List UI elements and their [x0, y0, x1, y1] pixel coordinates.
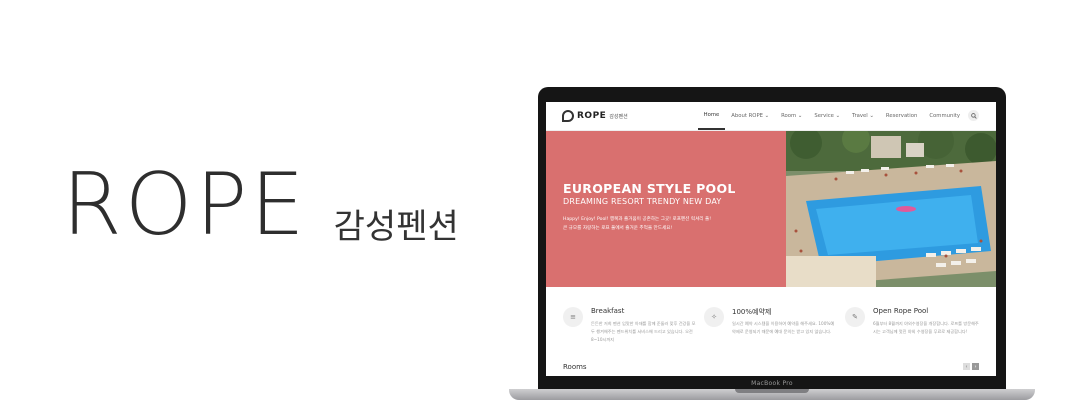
nav-menu: Home About ROPE ⌄ Room ⌄ Service ⌄ Trave… [697, 102, 966, 130]
laptop-notch [735, 389, 809, 393]
nav-item-reservation[interactable]: Reservation [880, 102, 923, 130]
feature-title: Breakfast [591, 307, 625, 315]
site-nav: ROPE 감성펜션 Home About ROPE ⌄ Room ⌄ Servi… [546, 102, 996, 131]
logo-text: ROPE [577, 111, 607, 121]
feature-description: 6월부터 8월까지 야외수영장을 개장합니다. 로프를 방문해주시는 고객님께 … [873, 321, 979, 334]
rooms-pager: ‹ › [961, 363, 979, 370]
hero-title: EUROPEAN STYLE POOL [563, 181, 736, 196]
logo-icon [562, 110, 574, 122]
feature-description: 든든한 저희 펜션 입맛한 아재를 함께 준둘러 맞후 건강을 모두 챙겨해주는… [591, 321, 696, 342]
feature-description: 일시간 예약 시스템을 이용하여 예약을 해주세요. 100%예약제로 운영되기… [732, 321, 835, 334]
rooms-heading: Rooms [563, 363, 587, 371]
pool-photo [786, 131, 996, 287]
feature-title: Open Rope Pool [873, 307, 929, 315]
feature-title: 100%예약제 [732, 308, 772, 316]
hero-description: Happy! Enjoy! Pool! 행복과 즐거움이 공존하는 그곳! 로프… [563, 215, 773, 233]
hero-desc-line-1: Happy! Enjoy! Pool! 행복과 즐거움이 공존하는 그곳! 로프… [563, 217, 712, 222]
features-section: ≡ Breakfast 든든한 저희 펜션 입맛한 아재를 함께 준둘러 맞후 … [546, 297, 996, 357]
search-icon [970, 112, 977, 119]
nav-item-travel[interactable]: Travel ⌄ [846, 102, 880, 130]
pencil-icon: ✎ [845, 307, 865, 327]
nav-item-service[interactable]: Service ⌄ [808, 102, 846, 130]
brand-heading: ROPE 감성펜션 [62, 148, 459, 248]
laptop-label: MacBook Pro [751, 380, 793, 387]
menu-icon: ≡ [563, 307, 583, 327]
nav-item-about[interactable]: About ROPE ⌄ [725, 102, 775, 130]
brand-subtitle: 감성펜션 [333, 207, 459, 247]
brand-name: ROPE [62, 155, 308, 255]
hero-banner: EUROPEAN STYLE POOL DREAMING RESORT TREN… [546, 131, 996, 287]
nav-item-community[interactable]: Community [923, 102, 966, 130]
pager-prev-button[interactable]: ‹ [963, 363, 970, 370]
pager-next-button[interactable]: › [972, 363, 979, 370]
site-logo[interactable]: ROPE 감성펜션 [562, 110, 628, 122]
hero-desc-line-2: 큰 규모를 자랑하는 로프 풀에서 즐거운 추억을 만드세요! [563, 226, 673, 231]
nav-item-room[interactable]: Room ⌄ [775, 102, 808, 130]
hero-text-panel: EUROPEAN STYLE POOL DREAMING RESORT TREN… [546, 131, 786, 287]
laptop-screen: ROPE 감성펜션 Home About ROPE ⌄ Room ⌄ Servi… [546, 102, 996, 376]
sparkle-icon: ✧ [704, 307, 724, 327]
nav-item-home[interactable]: Home [697, 102, 726, 130]
hero-subtitle: DREAMING RESORT TRENDY NEW DAY [563, 197, 722, 206]
logo-subtext: 감성펜션 [609, 113, 628, 120]
search-button[interactable] [968, 110, 979, 121]
